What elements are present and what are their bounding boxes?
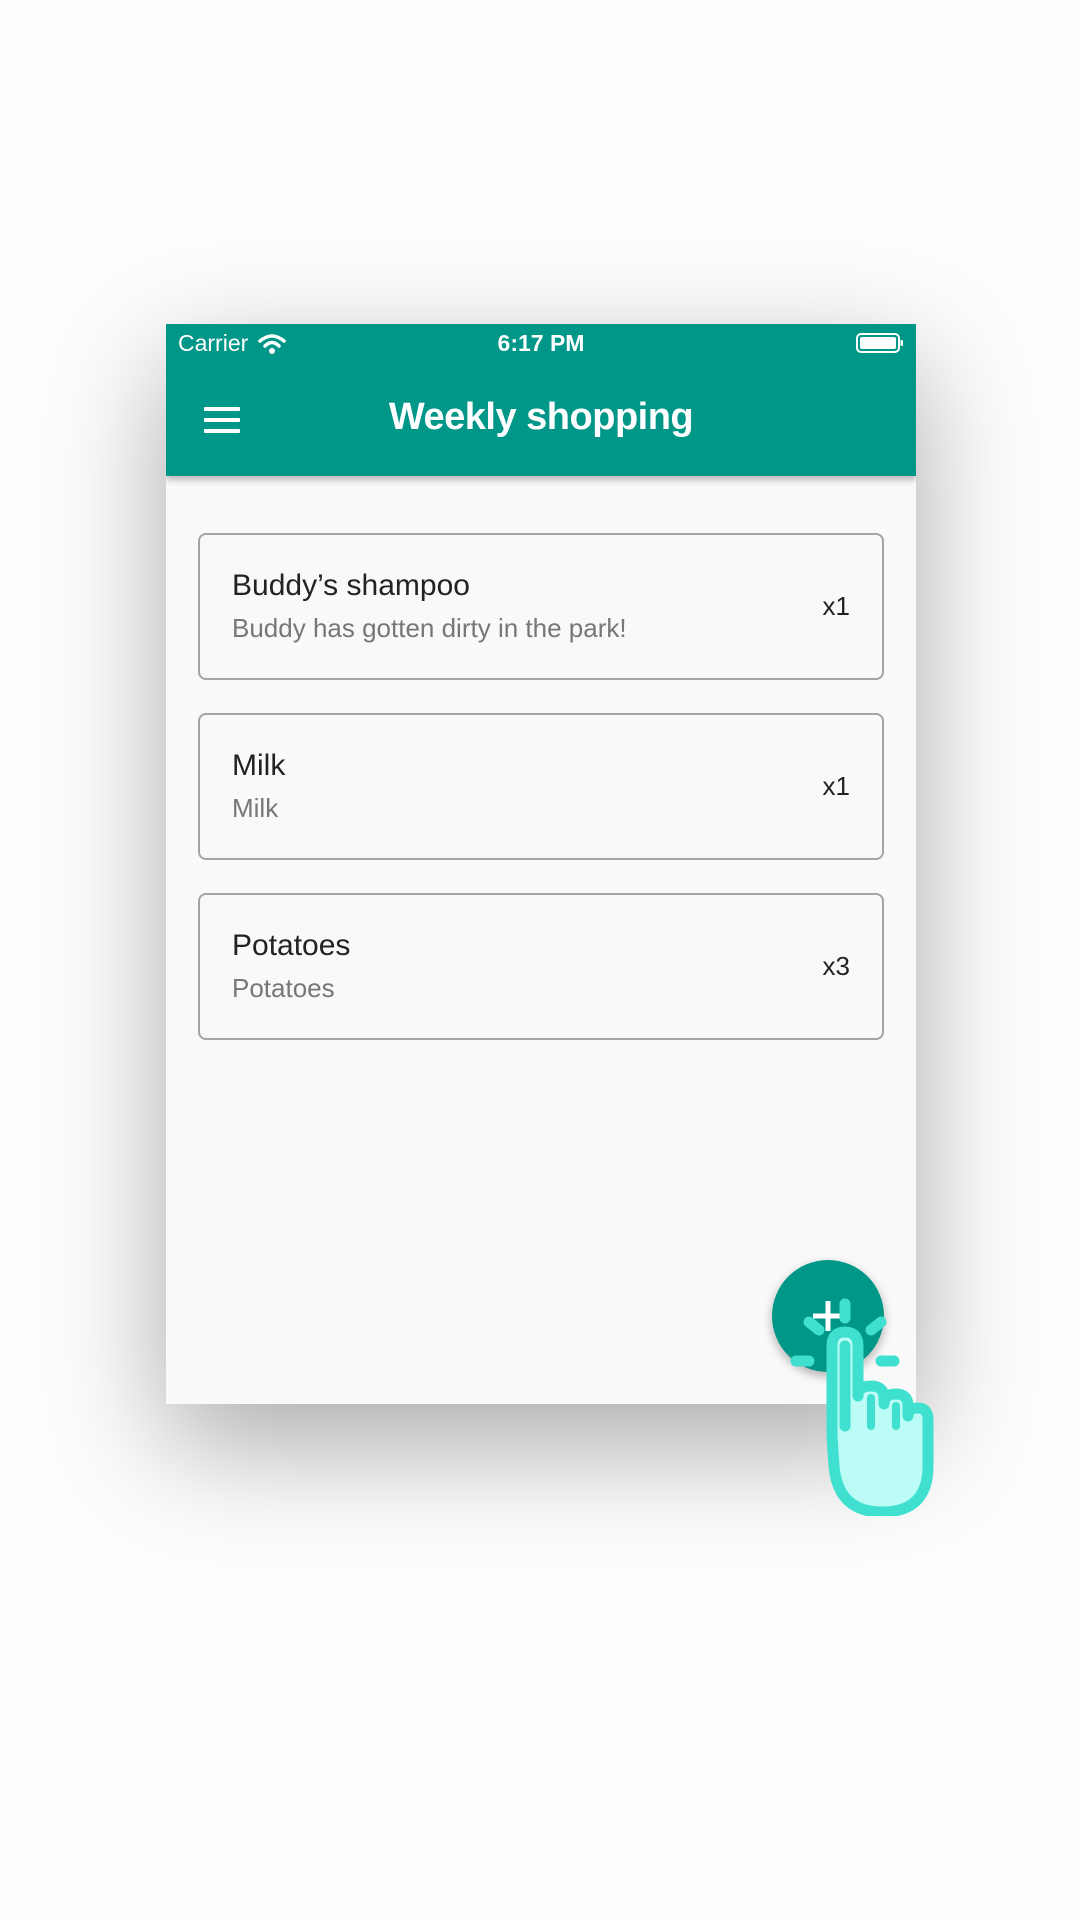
item-name: Milk [232, 749, 286, 782]
stage: Carrier 6:17 PM Weekly shopping Buddy’s … [0, 0, 1080, 1920]
toolbar: Weekly shopping [166, 364, 916, 476]
item-quantity: x1 [822, 591, 850, 621]
item-name: Potatoes [232, 929, 351, 962]
item-quantity: x1 [822, 771, 850, 801]
page-title: Weekly shopping [388, 396, 694, 438]
status-time: 6:17 PM [497, 330, 585, 356]
list-item[interactable]: Milk Milk x1 [198, 713, 884, 860]
app-bar: Carrier 6:17 PM Weekly shopping [166, 324, 916, 476]
shopping-list: Buddy’s shampoo Buddy has gotten dirty i… [198, 533, 884, 1073]
list-item[interactable]: Buddy’s shampoo Buddy has gotten dirty i… [198, 533, 884, 680]
list-item[interactable]: Potatoes Potatoes x3 [198, 893, 884, 1040]
tap-hand-icon [790, 1298, 934, 1516]
item-description: Milk [232, 793, 279, 823]
item-description: Potatoes [232, 973, 335, 1003]
phone-screen: Carrier 6:17 PM Weekly shopping Buddy’s … [166, 324, 916, 1404]
item-name: Buddy’s shampoo [232, 569, 470, 602]
item-quantity: x3 [822, 951, 850, 981]
item-description: Buddy has gotten dirty in the park! [232, 613, 627, 643]
battery-icon [856, 333, 903, 353]
status-bar: Carrier 6:17 PM [166, 324, 916, 364]
